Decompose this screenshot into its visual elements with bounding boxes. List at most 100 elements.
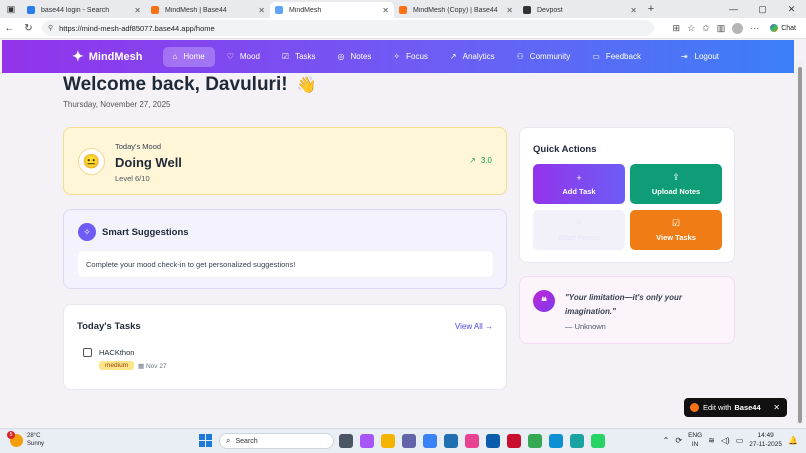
teams-icon[interactable] — [402, 434, 416, 448]
start-focus-button[interactable]: ✧ Start Focus — [533, 210, 625, 250]
mcafee-icon[interactable] — [507, 434, 521, 448]
browser-tab[interactable]: base44 login - Search ✕ — [22, 2, 146, 18]
quote-icon: ❝ — [533, 290, 555, 312]
nav-label: Notes — [350, 52, 372, 61]
edit-prefix: Edit with — [703, 403, 732, 412]
url-text: https://mind-mesh-adf85077.base44.app/ho… — [59, 23, 215, 33]
nav-label: Home — [183, 52, 205, 61]
logout-button[interactable]: ⇥ Logout — [681, 52, 719, 61]
page-scrollbar[interactable] — [796, 61, 804, 424]
nav-item-feedback[interactable]: ▭ Feedback — [582, 47, 651, 67]
task-checkbox[interactable] — [83, 348, 92, 357]
app-install-icon[interactable]: ⊞ — [673, 23, 681, 34]
notifications-icon[interactable]: 🔔 — [788, 436, 798, 445]
store-icon[interactable] — [444, 434, 458, 448]
date: 27-11-2025 — [749, 441, 783, 448]
welcome-text: Welcome back, Davuluri! — [63, 74, 288, 95]
tab-actions-icon[interactable]: ▣ — [0, 0, 22, 18]
browser-tab-active[interactable]: MindMesh ✕ — [270, 2, 394, 18]
upload-notes-button[interactable]: ⇪ Upload Notes — [630, 164, 722, 204]
weather-condition: Sunny — [27, 441, 45, 447]
copilot-chat-button[interactable]: Chat — [766, 22, 800, 34]
browser-tab[interactable]: Devpost ✕ — [518, 2, 642, 18]
due-date-text: Nov 27 — [145, 363, 167, 370]
browser-tab[interactable]: MindMesh | Base44 ✕ — [146, 2, 270, 18]
focus-icon: ✧ — [575, 218, 583, 228]
brain-icon: ◎ — [337, 52, 345, 61]
clock[interactable]: 14:49 27-11-2025 — [749, 431, 782, 449]
pinned-app-icon[interactable] — [423, 434, 437, 448]
back-icon[interactable]: ← — [0, 23, 19, 34]
view-all-link[interactable]: View All → — [455, 322, 493, 331]
tab-close-icon[interactable]: ✕ — [506, 6, 513, 15]
language-indicator[interactable]: ENG IN — [688, 431, 702, 449]
tab-close-icon[interactable]: ✕ — [134, 6, 141, 15]
nav-item-tasks[interactable]: ☑ Tasks — [272, 47, 326, 67]
pinned-app-icon[interactable] — [465, 434, 479, 448]
address-bar: ← ↻ ⚲ https://mind-mesh-adf85077.base44.… — [0, 18, 806, 39]
whatsapp-icon[interactable] — [591, 434, 605, 448]
hp-icon[interactable] — [486, 434, 500, 448]
tab-close-icon[interactable]: ✕ — [630, 6, 637, 15]
add-task-button[interactable]: + Add Task — [533, 164, 625, 204]
battery-icon[interactable]: ▭ — [736, 436, 744, 445]
window-controls: — ▢ ✕ — [719, 0, 806, 18]
mood-trend: ↗ 3.0 — [469, 156, 492, 165]
view-tasks-label: View Tasks — [656, 233, 696, 242]
favorite-star-icon[interactable]: ☆ — [687, 23, 695, 34]
chrome-icon[interactable] — [528, 434, 542, 448]
windows-taskbar: 5 28°C Sunny ⌕ Search ⌃ ⟳ ENG IN ≋ ◁) ▭ … — [0, 428, 806, 453]
task-view-icon[interactable] — [339, 434, 353, 448]
copilot-app-icon[interactable] — [360, 434, 374, 448]
reload-icon[interactable]: ↻ — [19, 23, 38, 34]
nav-item-community[interactable]: ⚇ Community — [507, 47, 581, 67]
tab-favicon-icon — [399, 6, 407, 14]
close-icon[interactable]: ✕ — [773, 403, 780, 412]
taskbar-apps — [339, 434, 605, 448]
favorites-icon[interactable]: ✩ — [702, 23, 710, 34]
weather-widget[interactable]: 5 28°C Sunny — [7, 430, 45, 448]
suggestion-message: Complete your mood check-in to get perso… — [78, 251, 493, 277]
brand-name: MindMesh — [88, 50, 143, 63]
sync-icon[interactable]: ⟳ — [675, 436, 682, 445]
wifi-icon[interactable]: ≋ — [708, 436, 715, 445]
scrollbar-thumb[interactable] — [798, 67, 802, 423]
nav-item-mood[interactable]: ♡ Mood — [217, 47, 270, 67]
url-field[interactable]: ⚲ https://mind-mesh-adf85077.base44.app/… — [42, 20, 654, 36]
search-label: Search — [235, 437, 258, 445]
nav-item-home[interactable]: ⌂ Home — [162, 46, 215, 67]
more-menu-icon[interactable]: ⋯ — [750, 23, 759, 34]
mood-card[interactable]: 😐 Today's Mood Doing Well Level 6/10 ↗ 3… — [63, 127, 507, 195]
collections-icon[interactable]: ▥ — [717, 23, 726, 34]
close-window-icon[interactable]: ✕ — [777, 0, 806, 18]
waving-hand-icon: 👋 — [296, 77, 317, 94]
minimize-icon[interactable]: — — [719, 0, 748, 18]
brand-logo[interactable]: ✦ MindMesh — [72, 48, 143, 65]
view-tasks-button[interactable]: ☑ View Tasks — [630, 210, 722, 250]
taskbar-search[interactable]: ⌕ Search — [219, 433, 334, 449]
chevron-up-icon[interactable]: ⌃ — [663, 436, 670, 445]
pinned-app-icon[interactable] — [570, 434, 584, 448]
new-tab-icon[interactable]: + — [642, 3, 660, 15]
browser-tab[interactable]: MindMesh (Copy) | Base44 ✕ — [394, 2, 518, 18]
volume-icon[interactable]: ◁) — [721, 436, 730, 445]
tab-close-icon[interactable]: ✕ — [382, 6, 389, 15]
nav-item-focus[interactable]: ✧ Focus — [383, 47, 438, 67]
nav-item-analytics[interactable]: ↗ Analytics — [440, 47, 505, 67]
nav-item-notes[interactable]: ◎ Notes — [328, 47, 382, 67]
file-explorer-icon[interactable] — [381, 434, 395, 448]
start-focus-label: Start Focus — [558, 233, 600, 242]
edge-icon[interactable] — [549, 434, 563, 448]
quick-actions-title: Quick Actions — [533, 144, 597, 155]
site-info-icon[interactable]: ⚲ — [48, 24, 53, 32]
mood-level: Level 6/10 — [115, 174, 150, 183]
maximize-icon[interactable]: ▢ — [748, 0, 777, 18]
edit-with-base44-badge[interactable]: Edit with Base44 ✕ — [684, 398, 787, 417]
nav-label: Focus — [406, 52, 428, 61]
edit-brand: Base44 — [734, 403, 761, 412]
trend-icon: ↗ — [449, 52, 457, 61]
start-button[interactable] — [199, 434, 212, 447]
suggestions-title: Smart Suggestions — [102, 227, 189, 238]
profile-avatar[interactable] — [732, 22, 744, 34]
tab-close-icon[interactable]: ✕ — [258, 6, 265, 15]
